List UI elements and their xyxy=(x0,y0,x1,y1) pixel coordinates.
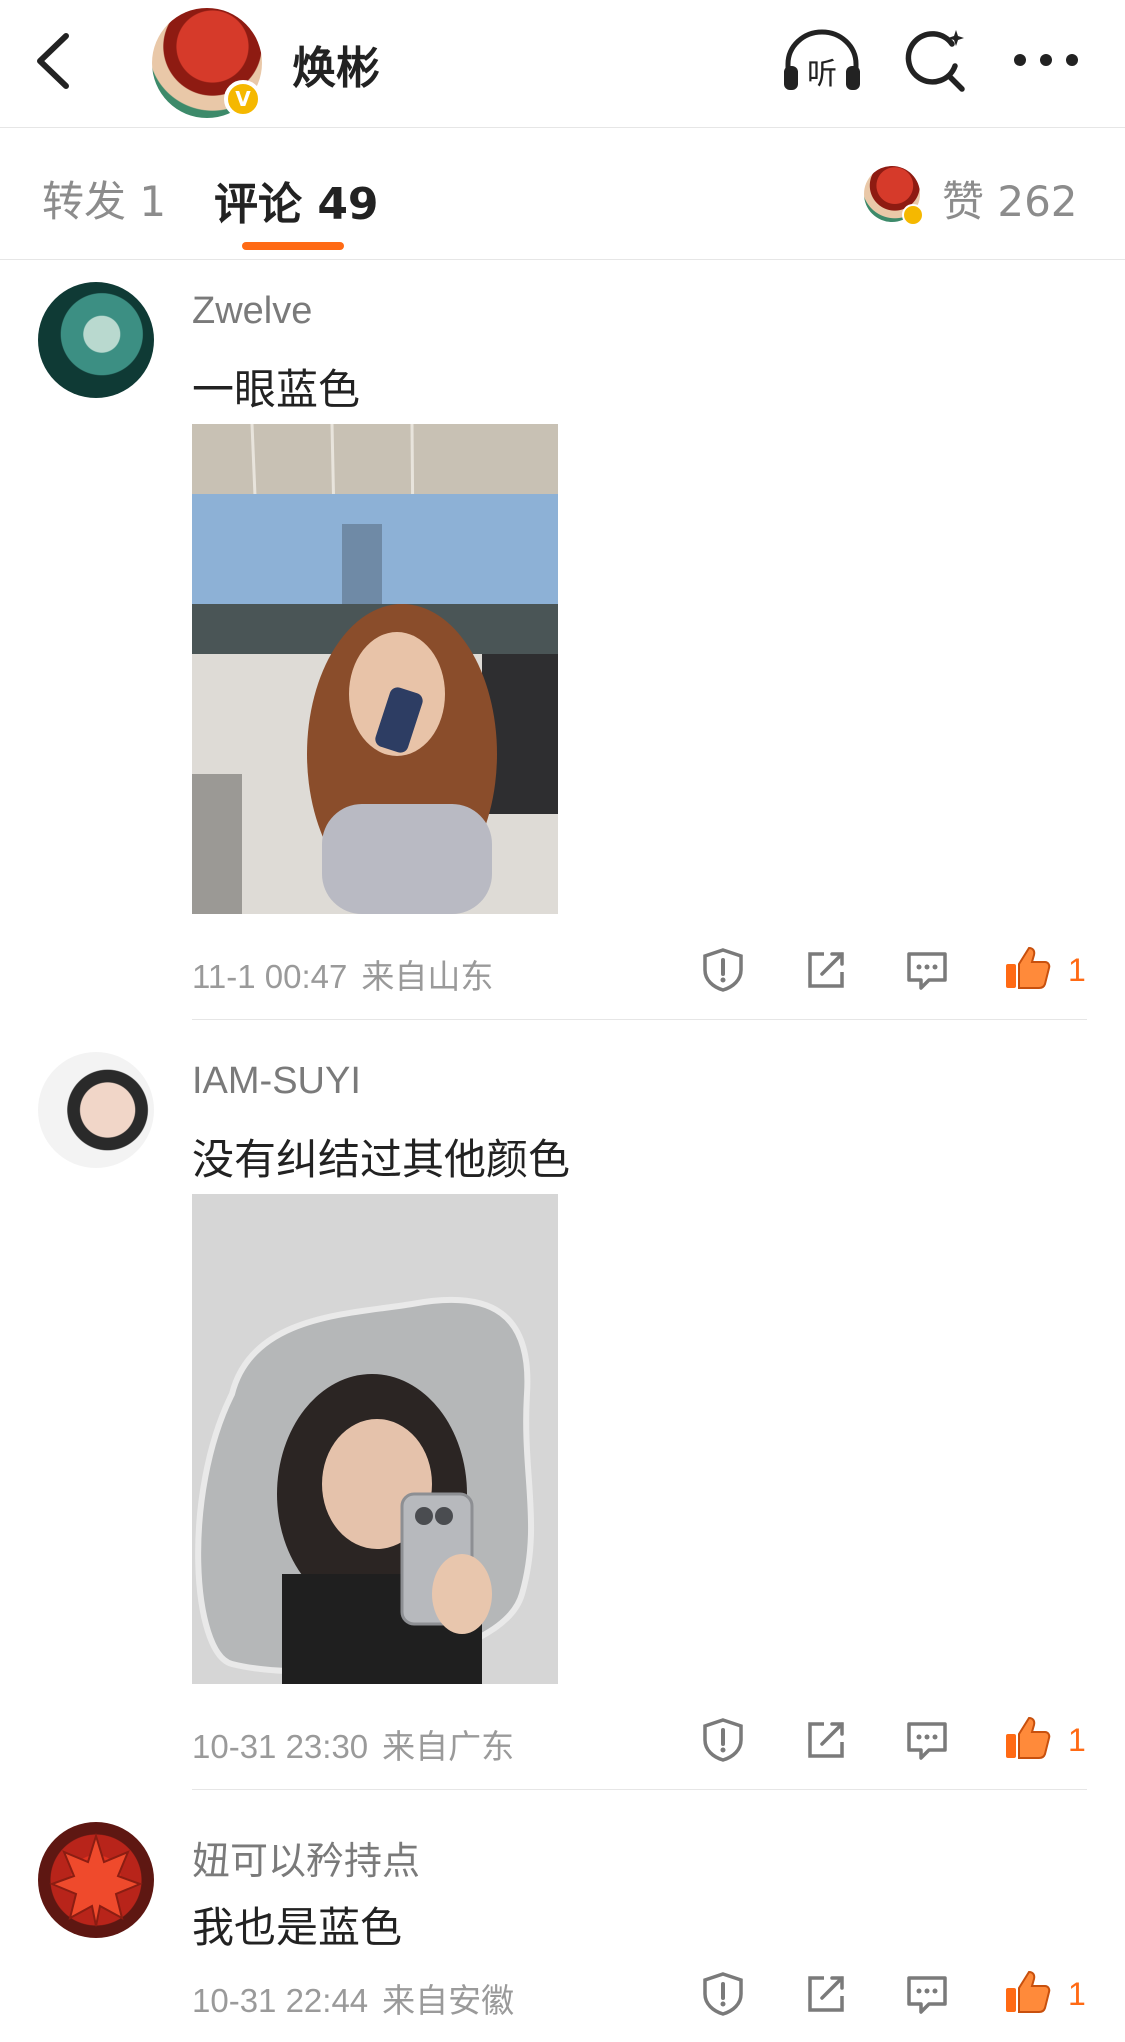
comment-meta: 11-1 00:47 来自山东 xyxy=(192,950,493,998)
commenter-avatar[interactable] xyxy=(38,1822,154,1938)
like-count: 1 xyxy=(1068,952,1086,988)
like-button[interactable] xyxy=(1003,1714,1051,1762)
report-button[interactable] xyxy=(699,1970,747,2018)
comment-meta: 10-31 23:30 来自广东 xyxy=(192,1720,514,1768)
comment-meta: 10-31 22:44 来自安徽 xyxy=(192,1974,514,2022)
comment-time: 10-31 22:44 xyxy=(192,1982,369,2019)
like-button[interactable] xyxy=(1003,944,1051,992)
reply-button[interactable] xyxy=(903,1716,951,1764)
photo-illustration xyxy=(192,1194,558,1684)
tab-repost[interactable]: 转发 1 xyxy=(42,168,166,229)
thumbs-up-icon xyxy=(1006,1716,1051,1759)
commenter-name[interactable]: Zwelve xyxy=(192,290,312,333)
report-button[interactable] xyxy=(699,1716,747,1764)
thumbs-up-icon xyxy=(1006,1970,1051,2013)
like-count: 1 xyxy=(1068,1722,1086,1758)
likes-verified-badge xyxy=(902,204,924,226)
comment-location: 来自安徽 xyxy=(382,1982,515,2019)
back-button[interactable] xyxy=(30,28,80,94)
search-button[interactable] xyxy=(900,26,970,96)
report-icon xyxy=(703,1718,743,1762)
comment-text: 没有纠结过其他颜色 xyxy=(192,1135,571,1184)
report-button[interactable] xyxy=(699,946,747,994)
maple-leaf-icon xyxy=(49,1832,143,1927)
share-icon xyxy=(808,1976,844,2012)
comment-time: 10-31 23:30 xyxy=(192,1728,369,1765)
comment-time: 11-1 00:47 xyxy=(192,958,348,995)
share-button[interactable] xyxy=(802,1970,850,2018)
tab-likes[interactable]: 赞 262 xyxy=(942,168,1078,229)
comment-item: IAM-SUYI 没有纠结过其他颜色 10-31 23:30 来自广东 1 xyxy=(0,1020,1125,1790)
reply-icon xyxy=(907,952,947,990)
author-name[interactable]: 焕彬 xyxy=(292,32,380,96)
share-icon xyxy=(808,1722,844,1758)
reply-button[interactable] xyxy=(903,946,951,994)
comment-location: 来自广东 xyxy=(382,1728,515,1765)
comment-text: 一眼蓝色 xyxy=(192,365,361,414)
reply-icon xyxy=(907,1976,947,2014)
commenter-name[interactable]: 妞可以矜持点 xyxy=(192,1830,420,1885)
like-button[interactable] xyxy=(1003,1968,1051,2016)
share-button[interactable] xyxy=(802,946,850,994)
comment-photo[interactable] xyxy=(192,1194,558,1684)
search-icon xyxy=(905,30,965,92)
headphones-icon: 听 xyxy=(784,29,860,92)
listen-button[interactable]: 听 xyxy=(780,26,864,96)
thumbs-up-icon xyxy=(1006,946,1051,989)
tab-bar: 转发 1 评论 49 赞 262 xyxy=(0,128,1125,260)
more-button[interactable] xyxy=(1010,40,1082,80)
commenter-avatar[interactable] xyxy=(38,282,154,398)
comment-photo[interactable] xyxy=(192,424,558,914)
report-icon xyxy=(703,1972,743,2016)
share-button[interactable] xyxy=(802,1716,850,1764)
commenter-name[interactable]: IAM-SUYI xyxy=(192,1060,361,1103)
back-icon xyxy=(37,33,69,89)
listen-label: 听 xyxy=(807,57,837,92)
share-icon xyxy=(808,952,844,988)
comment-text: 我也是蓝色 xyxy=(192,1903,403,1952)
tab-comments[interactable]: 评论 49 xyxy=(214,168,379,232)
comment-item: Zwelve 一眼蓝色 11-1 00:47 来自山东 1 xyxy=(0,260,1125,1020)
reply-button[interactable] xyxy=(903,1970,951,2018)
report-icon xyxy=(703,948,743,992)
photo-illustration xyxy=(192,424,558,914)
verified-badge: V xyxy=(224,80,262,118)
comment-item: 妞可以矜持点 我也是蓝色 10-31 22:44 来自安徽 1 xyxy=(0,1790,1125,2042)
top-bar: V 焕彬 听 xyxy=(0,0,1125,128)
reply-icon xyxy=(907,1722,947,1760)
like-count: 1 xyxy=(1068,1976,1086,2012)
more-icon xyxy=(1014,54,1078,66)
active-tab-indicator xyxy=(242,242,344,250)
comment-location: 来自山东 xyxy=(361,958,494,995)
commenter-avatar[interactable] xyxy=(38,1052,154,1168)
